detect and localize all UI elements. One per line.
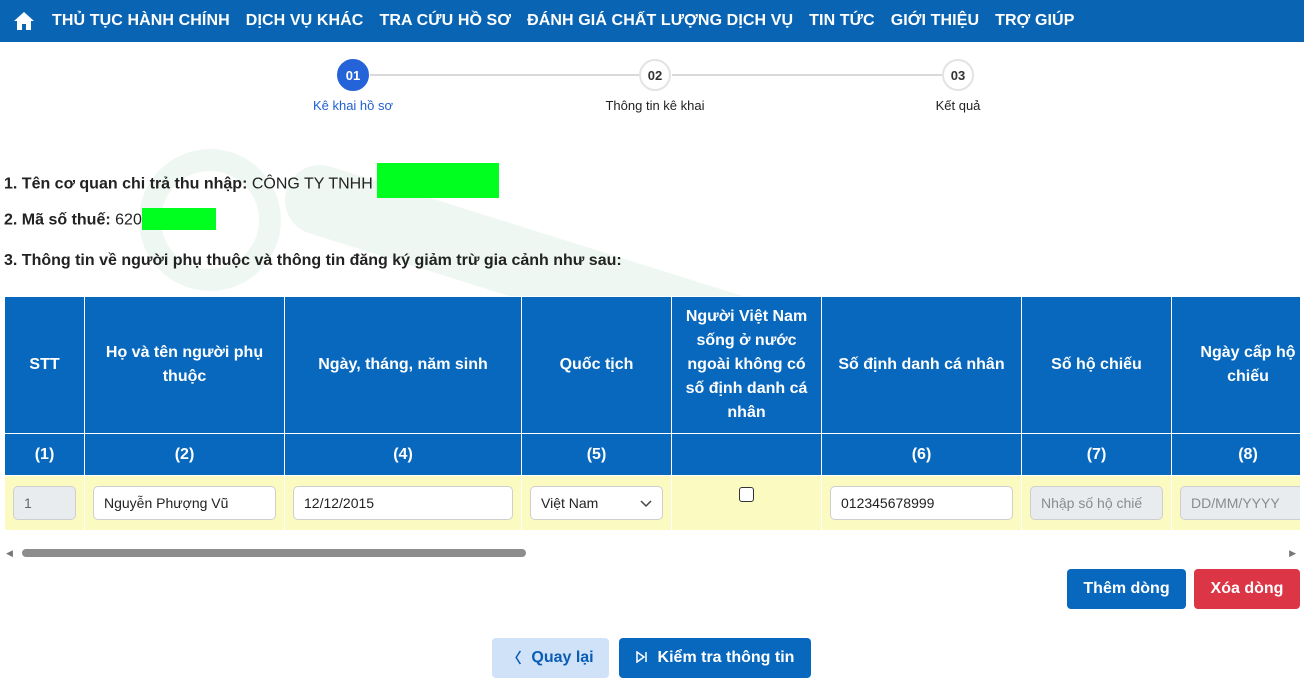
- scroll-left-icon[interactable]: ◀: [6, 548, 13, 559]
- header-stt: STT: [4, 296, 85, 434]
- check-info-button[interactable]: Kiểm tra thông tin: [619, 638, 811, 678]
- table-header-row: STT Họ và tên người phụ thuộc Ngày, thán…: [4, 296, 1300, 434]
- header-id-number: Số định danh cá nhân: [821, 296, 1022, 434]
- header-overseas: Người Việt Nam sống ở nước ngoài không c…: [671, 296, 822, 434]
- step-1-circle[interactable]: 01: [337, 59, 369, 91]
- nav-item-danh-gia[interactable]: ĐÁNH GIÁ CHẤT LƯỢNG DỊCH VỤ: [527, 12, 793, 30]
- code-1: (1): [4, 433, 85, 476]
- header-passport: Số hộ chiếu: [1021, 296, 1172, 434]
- nav-item-tro-giup[interactable]: TRỢ GIÚP: [995, 12, 1074, 30]
- passport-date-input[interactable]: DD/MM/YYYY: [1180, 486, 1300, 520]
- step-2-label: Thông tin kê khai: [605, 98, 705, 113]
- home-icon[interactable]: [12, 10, 36, 32]
- dependents-table-scroll[interactable]: STT Họ và tên người phụ thuộc Ngày, thán…: [4, 296, 1300, 532]
- nationality-value: Việt Nam: [541, 495, 599, 511]
- header-passport-date: Ngày cấp hộ chiếu: [1171, 296, 1300, 434]
- dob-input[interactable]: 12/12/2015: [293, 486, 513, 520]
- stepper: 01 02 03 Kê khai hồ sơ Thông tin kê khai…: [0, 58, 1304, 128]
- code-7: (7): [1021, 433, 1172, 476]
- code-empty: [671, 433, 822, 476]
- chevron-down-icon: [640, 495, 652, 511]
- payer-name-value: CÔNG TY TNHH: [251, 175, 373, 193]
- step-3-circle[interactable]: 03: [942, 59, 974, 91]
- check-info-label: Kiểm tra thông tin: [657, 649, 795, 666]
- chevron-left-icon: 〈: [507, 650, 522, 666]
- nav-item-tra-cuu[interactable]: TRA CỨU HỒ SƠ: [379, 12, 511, 30]
- header-dob: Ngày, tháng, năm sinh: [284, 296, 522, 434]
- nav-item-thu-tuc[interactable]: THỦ TỤC HÀNH CHÍNH: [52, 12, 230, 30]
- code-6: (6): [821, 433, 1022, 476]
- step-3-label: Kết quả: [935, 98, 981, 113]
- table-code-row: (1) (2) (4) (5) (6) (7) (8): [4, 433, 1300, 476]
- tax-code-value: 620: [115, 211, 142, 229]
- table-row: 1 Nguyễn Phượng Vũ 12/12/2015 Việt Nam 0…: [4, 475, 1300, 531]
- dependent-name-input[interactable]: Nguyễn Phượng Vũ: [93, 486, 276, 520]
- overseas-checkbox[interactable]: [739, 487, 754, 502]
- scrollbar-thumb[interactable]: [22, 549, 526, 557]
- delete-row-button[interactable]: Xóa dòng: [1194, 569, 1300, 609]
- back-label: Quay lại: [531, 649, 594, 666]
- code-4: (4): [284, 433, 522, 476]
- skip-forward-icon: [635, 650, 648, 666]
- redaction-block: [141, 208, 216, 230]
- step-connector: [370, 74, 640, 76]
- dependents-heading-text: 3. Thông tin về người phụ thuộc và thông…: [4, 252, 622, 269]
- nav-item-dich-vu-khac[interactable]: DỊCH VỤ KHÁC: [246, 12, 364, 30]
- step-2-circle[interactable]: 02: [639, 59, 671, 91]
- header-nationality: Quốc tịch: [521, 296, 672, 434]
- tax-code-line: 2. Mã số thuế: 620: [4, 208, 216, 230]
- nav-item-gioi-thieu[interactable]: GIỚI THIỆU: [891, 12, 979, 30]
- code-5: (5): [521, 433, 672, 476]
- passport-number-input[interactable]: Nhập số hộ chiế: [1030, 486, 1163, 520]
- id-number-input[interactable]: 012345678999: [830, 486, 1013, 520]
- code-8: (8): [1171, 433, 1300, 476]
- payer-name-label: 1. Tên cơ quan chi trả thu nhập:: [4, 175, 248, 193]
- add-row-button[interactable]: Thêm dòng: [1067, 569, 1186, 609]
- header-name: Họ và tên người phụ thuộc: [84, 296, 285, 434]
- nav-item-tin-tuc[interactable]: TIN TỨC: [809, 12, 875, 30]
- top-nav: THỦ TỤC HÀNH CHÍNH DỊCH VỤ KHÁC TRA CỨU …: [0, 0, 1304, 42]
- scroll-right-icon[interactable]: ▶: [1289, 548, 1296, 559]
- stt-field: 1: [13, 486, 76, 520]
- payer-name-line: 1. Tên cơ quan chi trả thu nhập: CÔNG TY…: [4, 163, 500, 198]
- tax-code-label: 2. Mã số thuế:: [4, 211, 111, 229]
- horizontal-scrollbar[interactable]: ◀ ▶: [4, 544, 1300, 562]
- dependents-table: STT Họ và tên người phụ thuộc Ngày, thán…: [4, 296, 1300, 531]
- redaction-block: [377, 163, 500, 198]
- nationality-select[interactable]: Việt Nam: [530, 486, 663, 520]
- step-connector: [672, 74, 942, 76]
- step-1-label: Kê khai hồ sơ: [312, 98, 394, 113]
- dependents-heading: 3. Thông tin về người phụ thuộc và thông…: [4, 252, 622, 270]
- back-button[interactable]: 〈 Quay lại: [492, 638, 609, 678]
- code-2: (2): [84, 433, 285, 476]
